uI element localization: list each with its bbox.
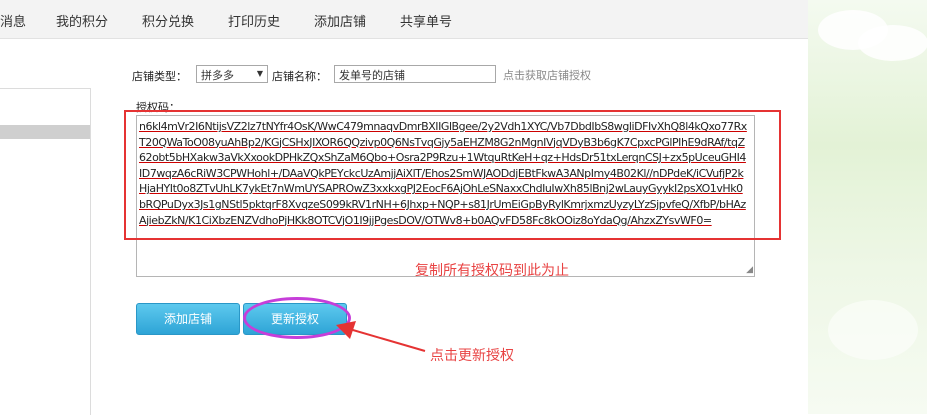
annotation-red-box [124, 110, 781, 240]
add-shop-button[interactable]: 添加店铺 [136, 303, 240, 335]
shop-name-label: 店铺名称： [272, 70, 327, 83]
top-navigation: 消息 我的积分 积分兑换 打印历史 添加店铺 共享单号 [0, 0, 808, 39]
annotation-arrow-icon [336, 321, 426, 352]
copy-note: 复制所有授权码到此为止 [415, 263, 569, 279]
shop-type-value: 拼多多 [201, 69, 234, 82]
nav-tab-points-exchange[interactable]: 积分兑换 [142, 11, 194, 30]
nav-tab-print-history[interactable]: 打印历史 [228, 11, 280, 30]
sidebar [0, 88, 91, 415]
nav-tab-my-points[interactable]: 我的积分 [56, 11, 108, 30]
nav-tab-messages[interactable]: 消息 [0, 11, 26, 30]
nav-tab-add-shop[interactable]: 添加店铺 [314, 11, 366, 30]
get-auth-link[interactable]: 点击获取店铺授权 [503, 67, 591, 83]
resize-handle-icon[interactable]: ◢ [746, 265, 753, 275]
sidebar-selected-item[interactable] [0, 125, 90, 139]
nav-tab-shared-waybill[interactable]: 共享单号 [400, 11, 452, 30]
background-decoration [808, 0, 927, 414]
shop-type-label: 店铺类型： [132, 70, 187, 83]
shop-name-value: 发单号的店铺 [339, 69, 405, 82]
shop-type-select[interactable]: 拼多多 ▼ [196, 65, 268, 83]
chevron-down-icon: ▼ [256, 69, 263, 78]
shop-name-input[interactable]: 发单号的店铺 [334, 65, 496, 83]
click-note: 点击更新授权 [430, 348, 514, 364]
